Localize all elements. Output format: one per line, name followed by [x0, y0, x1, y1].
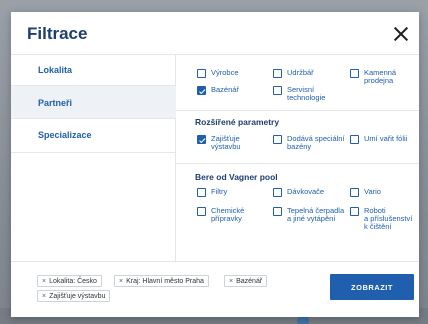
checkbox-kamenna-prodejna[interactable]: Kamenná prodejna [350, 69, 396, 85]
remove-icon[interactable]: × [42, 293, 46, 300]
sidebar-divider [11, 118, 176, 119]
checkbox-label: Servisní technologie [287, 85, 326, 102]
section-divider [176, 163, 419, 164]
active-filter-chip[interactable]: × Zajišťuje výstavbu [37, 290, 111, 302]
checkbox-filtry[interactable]: Filtry [197, 188, 227, 197]
chip-label: Bazénář [236, 277, 263, 285]
checkbox-box[interactable] [350, 207, 359, 216]
checkbox-label: Udržbář [287, 68, 314, 77]
modal-title: Filtrace [27, 24, 88, 43]
checkbox-box[interactable] [273, 69, 282, 78]
remove-icon[interactable]: × [119, 278, 123, 285]
remove-icon[interactable]: × [229, 278, 233, 285]
checkbox-box[interactable] [273, 135, 282, 144]
checkbox-dodava-specialni-bazeny[interactable]: Dodává speciální bazény [273, 135, 345, 151]
checkbox-label: Umí vařit fólii [364, 134, 408, 143]
sidebar-item-label: Partneři [38, 98, 73, 108]
checkbox-vyrobce[interactable]: Výrobce [197, 69, 239, 78]
footer-divider [11, 261, 419, 262]
checkbox-box[interactable] [197, 207, 206, 216]
checkbox-box[interactable] [273, 188, 282, 197]
checkbox-label: Dávkovače [287, 187, 325, 196]
checkbox-box[interactable] [350, 69, 359, 78]
checkbox-vario[interactable]: Vario [350, 188, 381, 197]
section-title-extended: Rozšířené parametry [195, 117, 280, 127]
sidebar-divider [11, 152, 176, 153]
checkbox-label: Kamenná prodejna [364, 68, 397, 85]
checkbox-box[interactable] [273, 86, 282, 95]
checkbox-label: Dodává speciální bazény [287, 134, 345, 151]
check-icon[interactable] [197, 135, 206, 144]
chip-label: Lokalita: Česko [49, 277, 97, 285]
checkbox-label: Zajišťuje výstavbu [211, 134, 241, 151]
active-filter-chip[interactable]: × Lokalita: Česko [37, 275, 102, 287]
chip-label: Zajišťuje výstavbu [49, 292, 106, 300]
check-icon[interactable] [197, 86, 206, 95]
sidebar-item-partneri[interactable]: Partneři [11, 86, 176, 118]
checkbox-davkovace[interactable]: Dávkovače [273, 188, 324, 197]
checkbox-box[interactable] [350, 188, 359, 197]
active-filter-chip[interactable]: × Bazénář [224, 275, 268, 287]
sidebar-item-label: Specializace [38, 130, 92, 140]
checkbox-box[interactable] [197, 188, 206, 197]
checkbox-servisni-technologie[interactable]: Servisní technologie [273, 86, 325, 102]
checkbox-udrzbar[interactable]: Udržbář [273, 69, 314, 78]
sidebar-item-specializace[interactable]: Specializace [11, 130, 176, 144]
checkbox-zajistuje-vystavbu[interactable]: Zajišťuje výstavbu [197, 135, 241, 151]
checkbox-roboti[interactable]: Roboti a příslušenství k čištění [350, 207, 412, 231]
filter-sidebar: Lokalita Partneři Specializace [11, 55, 176, 261]
checkbox-label: Tepelná čerpadla a jiné vytápění [287, 206, 345, 223]
checkbox-umi-varit-folii[interactable]: Umí vařit fólii [350, 135, 407, 144]
close-icon[interactable] [393, 26, 409, 42]
show-results-button[interactable]: ZOBRAZIT [330, 274, 414, 300]
filter-content: Výrobce Udržbář Kamenná prodejna Bazénář… [176, 55, 419, 261]
remove-icon[interactable]: × [42, 278, 46, 285]
checkbox-tepelna-cerpadla[interactable]: Tepelná čerpadla a jiné vytápění [273, 207, 344, 223]
checkbox-label: Roboti a příslušenství k čištění [364, 206, 413, 231]
sidebar-item-label: Lokalita [38, 65, 73, 75]
section-title-vagner: Bere od Vagner pool [195, 172, 278, 182]
active-filter-chip[interactable]: × Kraj: Hlavní město Praha [114, 275, 209, 287]
checkbox-chemicke-pripravky[interactable]: Chemické přípravky [197, 207, 244, 223]
checkbox-label: Bazénář [211, 85, 239, 94]
checkbox-box[interactable] [197, 69, 206, 78]
checkbox-label: Filtry [211, 187, 228, 196]
checkbox-box[interactable] [350, 135, 359, 144]
checkbox-label: Chemické přípravky [211, 206, 245, 223]
section-divider [176, 110, 419, 111]
chip-label: Kraj: Hlavní město Praha [126, 277, 204, 285]
checkbox-label: Výrobce [211, 68, 239, 77]
sidebar-item-lokalita[interactable]: Lokalita [11, 65, 176, 79]
checkbox-label: Vario [364, 187, 381, 196]
checkbox-box[interactable] [273, 207, 282, 216]
checkbox-bazenar[interactable]: Bazénář [197, 86, 239, 95]
